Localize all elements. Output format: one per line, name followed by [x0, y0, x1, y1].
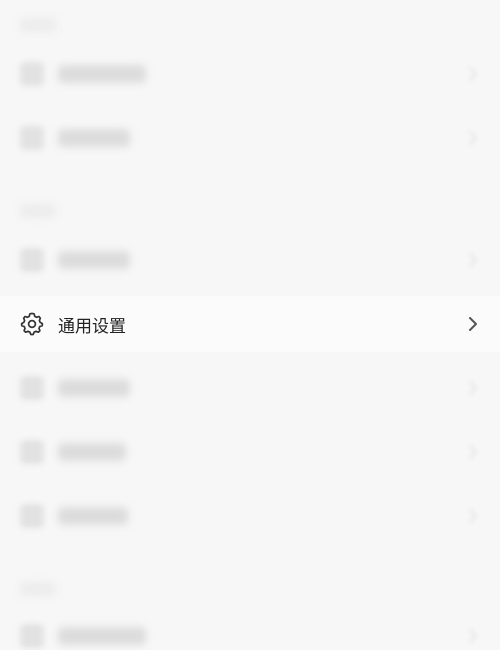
chevron-right-icon	[466, 253, 480, 267]
blurred-label	[58, 251, 130, 269]
blurred-label	[58, 443, 126, 461]
blurred-label	[58, 627, 146, 645]
chevron-right-icon	[466, 131, 480, 145]
general-settings-row[interactable]: 通用设置	[0, 296, 500, 352]
section-header-blurred	[20, 204, 56, 218]
settings-screen: 通用设置	[0, 0, 500, 650]
chevron-right-icon	[466, 317, 480, 331]
settings-row-blurred-6[interactable]	[0, 488, 500, 544]
blurred-icon	[20, 624, 44, 648]
settings-row-blurred-3[interactable]	[0, 232, 500, 288]
blurred-icon	[20, 126, 44, 150]
blurred-label	[58, 65, 146, 83]
settings-row-blurred-2[interactable]	[0, 110, 500, 166]
blurred-icon	[20, 440, 44, 464]
chevron-right-icon	[466, 445, 480, 459]
blurred-icon	[20, 376, 44, 400]
chevron-right-icon	[466, 67, 480, 81]
blurred-icon	[20, 62, 44, 86]
settings-row-blurred-4[interactable]	[0, 360, 500, 416]
section-header-blurred	[20, 18, 56, 32]
blurred-icon	[20, 248, 44, 272]
chevron-right-icon	[466, 629, 480, 643]
settings-row-blurred-7[interactable]	[0, 608, 500, 650]
settings-row-blurred-5[interactable]	[0, 424, 500, 480]
gear-icon	[20, 312, 44, 336]
general-settings-label: 通用设置	[58, 316, 126, 337]
section-header-blurred	[20, 582, 56, 596]
blurred-label	[58, 379, 130, 397]
settings-row-blurred-1[interactable]	[0, 46, 500, 102]
chevron-right-icon	[466, 381, 480, 395]
blurred-label	[58, 507, 128, 525]
chevron-right-icon	[466, 509, 480, 523]
blurred-icon	[20, 504, 44, 528]
blurred-label	[58, 129, 130, 147]
